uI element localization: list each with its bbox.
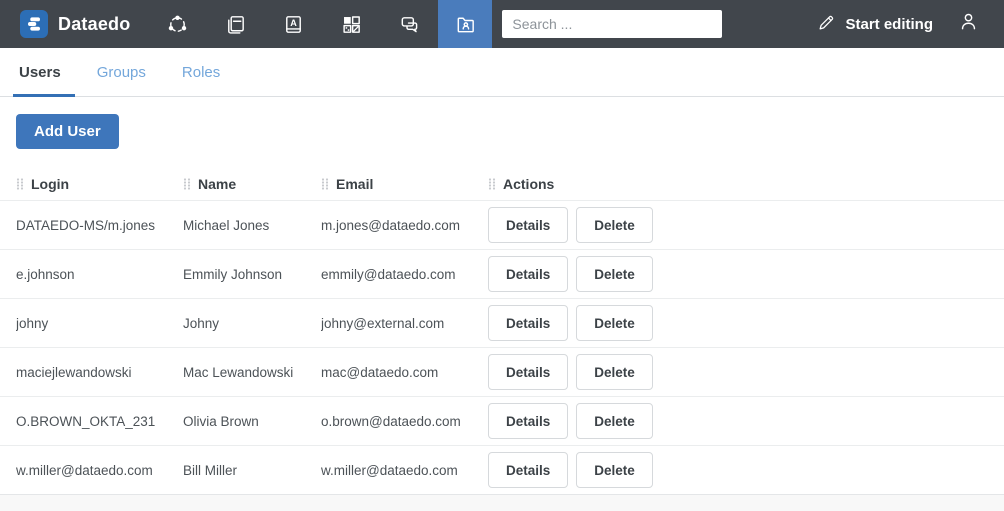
navbar-right: Start editing — [817, 10, 1004, 38]
delete-button[interactable]: Delete — [576, 403, 653, 439]
details-button[interactable]: Details — [488, 403, 568, 439]
login-cell: w.miller@dataedo.com — [16, 463, 183, 478]
column-label: Actions — [503, 176, 554, 192]
brand-name: Dataedo — [58, 14, 130, 35]
share-network-icon — [166, 13, 189, 36]
drag-handle-icon[interactable] — [488, 178, 496, 190]
pencil-icon — [817, 13, 836, 36]
email-cell: w.miller@dataedo.com — [321, 463, 488, 478]
details-button[interactable]: Details — [488, 452, 568, 488]
table-row: maciejlewandowski Mac Lewandowski mac@da… — [0, 347, 1004, 396]
email-cell: o.brown@dataedo.com — [321, 414, 488, 429]
column-label: Email — [336, 176, 373, 192]
column-header-login[interactable]: Login — [16, 176, 183, 192]
drag-handle-icon[interactable] — [16, 178, 24, 190]
login-cell: johny — [16, 316, 183, 331]
name-cell: Emmily Johnson — [183, 267, 321, 282]
drag-handle-icon[interactable] — [321, 178, 329, 190]
delete-button[interactable]: Delete — [576, 207, 653, 243]
actions-cell: Details Delete — [488, 256, 1004, 292]
table-row: johny Johny johny@external.com Details D… — [0, 298, 1004, 347]
table-header-row: Login Name Email — [0, 168, 1004, 200]
dataedo-logo-icon — [20, 10, 48, 38]
add-user-button[interactable]: Add User — [16, 114, 119, 149]
content-toolbar: Add User — [0, 97, 1004, 149]
tab-groups[interactable]: Groups — [95, 48, 148, 96]
nav-item-users[interactable] — [438, 0, 492, 48]
nav-item-comments[interactable] — [380, 0, 438, 48]
actions-cell: Details Delete — [488, 354, 1004, 390]
column-label: Name — [198, 176, 236, 192]
start-editing-button[interactable]: Start editing — [817, 13, 933, 36]
documentation-icon — [224, 13, 247, 36]
footer-strip — [0, 494, 1004, 511]
actions-cell: Details Delete — [488, 305, 1004, 341]
name-cell: Bill Miller — [183, 463, 321, 478]
start-editing-label: Start editing — [845, 16, 933, 33]
name-cell: Michael Jones — [183, 218, 321, 233]
top-navbar: Dataedo A — [0, 0, 1004, 48]
delete-button[interactable]: Delete — [576, 256, 653, 292]
delete-button[interactable]: Delete — [576, 305, 653, 341]
table-row: w.miller@dataedo.com Bill Miller w.mille… — [0, 445, 1004, 494]
name-cell: Mac Lewandowski — [183, 365, 321, 380]
details-button[interactable]: Details — [488, 305, 568, 341]
tab-roles[interactable]: Roles — [180, 48, 222, 96]
actions-cell: Details Delete — [488, 207, 1004, 243]
login-cell: e.johnson — [16, 267, 183, 282]
table-row: e.johnson Emmily Johnson emmily@dataedo.… — [0, 249, 1004, 298]
delete-button[interactable]: Delete — [576, 452, 653, 488]
tabbar: Users Groups Roles — [0, 48, 1004, 97]
table-body: DATAEDO-MS/m.jones Michael Jones m.jones… — [0, 200, 1004, 494]
users-table: Login Name Email — [0, 168, 1004, 494]
actions-cell: Details Delete — [488, 452, 1004, 488]
nav-item-dictionary[interactable]: A — [264, 0, 322, 48]
svg-text:A: A — [290, 18, 297, 28]
drag-handle-icon[interactable] — [183, 178, 191, 190]
email-cell: emmily@dataedo.com — [321, 267, 488, 282]
login-cell: DATAEDO-MS/m.jones — [16, 218, 183, 233]
actions-cell: Details Delete — [488, 403, 1004, 439]
users-folder-icon — [454, 13, 477, 36]
column-label: Login — [31, 176, 69, 192]
nav-item-erd[interactable] — [148, 0, 206, 48]
email-cell: mac@dataedo.com — [321, 365, 488, 380]
email-cell: m.jones@dataedo.com — [321, 218, 488, 233]
column-header-name[interactable]: Name — [183, 176, 321, 192]
login-cell: maciejlewandowski — [16, 365, 183, 380]
login-cell: O.BROWN_OKTA_231 — [16, 414, 183, 429]
comments-icon — [398, 13, 421, 36]
table-row: DATAEDO-MS/m.jones Michael Jones m.jones… — [0, 200, 1004, 249]
details-button[interactable]: Details — [488, 354, 568, 390]
table-row: O.BROWN_OKTA_231 Olivia Brown o.brown@da… — [0, 396, 1004, 445]
search-input[interactable] — [502, 10, 722, 38]
user-icon — [957, 10, 980, 38]
nav-item-modules[interactable] — [322, 0, 380, 48]
name-cell: Johny — [183, 316, 321, 331]
email-cell: johny@external.com — [321, 316, 488, 331]
tab-users[interactable]: Users — [17, 48, 63, 96]
column-header-actions[interactable]: Actions — [488, 176, 1004, 192]
dictionary-icon: A — [282, 13, 305, 36]
modules-icon — [340, 13, 363, 36]
delete-button[interactable]: Delete — [576, 354, 653, 390]
user-menu-button[interactable] — [957, 10, 980, 38]
column-header-email[interactable]: Email — [321, 176, 488, 192]
brand[interactable]: Dataedo — [0, 10, 148, 38]
details-button[interactable]: Details — [488, 207, 568, 243]
name-cell: Olivia Brown — [183, 414, 321, 429]
details-button[interactable]: Details — [488, 256, 568, 292]
nav-item-documentation[interactable] — [206, 0, 264, 48]
